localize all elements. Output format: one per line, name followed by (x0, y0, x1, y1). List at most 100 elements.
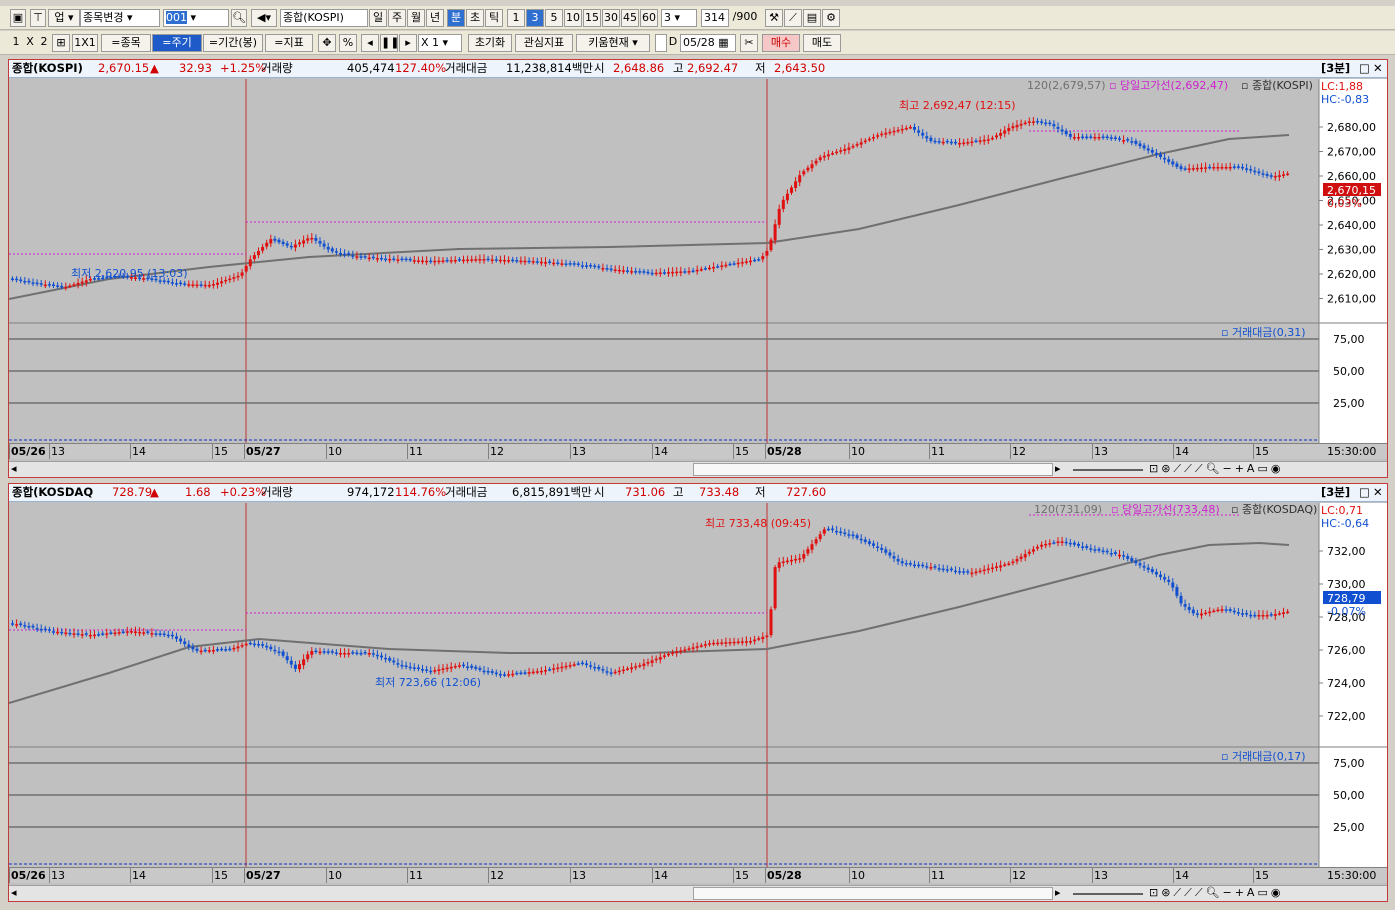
x-tick-mark (849, 868, 850, 883)
layout-x[interactable]: X (24, 34, 36, 52)
low: 2,643.50 (774, 61, 826, 75)
zoom-slider[interactable] (1073, 469, 1143, 471)
line-tool-icon[interactable]: ⟋ (784, 9, 802, 27)
x-tick-mark (652, 444, 653, 459)
candle-body (462, 259, 465, 262)
candle-body (843, 148, 847, 151)
by-indicator-button[interactable]: =지표 (265, 34, 313, 52)
interval-input[interactable]: 3 ▾ (661, 9, 697, 27)
candle-body (1245, 168, 1249, 170)
search-icon[interactable]: 🔍︎ (231, 9, 247, 27)
grid-icon[interactable]: ⊞ (52, 34, 70, 52)
scroll-left-icon[interactable]: ◂ (11, 886, 17, 899)
interval-3[interactable]: 3 (526, 9, 544, 27)
candle-body (556, 667, 560, 670)
candle-body (949, 141, 953, 144)
interval-10[interactable]: 10 (564, 9, 582, 27)
close-icon[interactable]: ✕ (1373, 484, 1383, 501)
tools-icon[interactable]: ⚒ (765, 9, 783, 27)
market-select[interactable]: 업 ▾ (48, 9, 80, 27)
candle-body (831, 153, 834, 155)
candle-body (675, 271, 679, 274)
candle-body (1109, 553, 1113, 555)
close-icon[interactable]: ✕ (1373, 60, 1383, 77)
candle-body (511, 673, 515, 676)
interval-45[interactable]: 45 (621, 9, 639, 27)
x-tick-label: 13 (1094, 445, 1108, 458)
percent-button[interactable]: % (339, 34, 357, 52)
count-input[interactable]: 314 (701, 9, 729, 27)
scroll-thumb[interactable] (693, 887, 1053, 900)
by-range-button[interactable]: =기간(봉) (203, 34, 263, 52)
horizontal-scrollbar[interactable]: ◂ ▸ ⊡⊛⟋⟋⟋🔍︎−+A▭◉ (9, 461, 1387, 477)
watch-indicator-button[interactable]: 관심지표 (515, 34, 573, 52)
zoom-slider[interactable] (1073, 893, 1143, 895)
multiplier-select[interactable]: X 1 ▾ (418, 34, 462, 52)
interval-1[interactable]: 1 (507, 9, 525, 27)
period-minute[interactable]: 분 (447, 9, 465, 27)
candle-body (1159, 574, 1162, 577)
gear-icon[interactable]: ⚙ (822, 9, 840, 27)
chart-tool-icons[interactable]: ⊡⊛⟋⟋⟋🔍︎−+A▭◉ (1149, 462, 1283, 476)
candle-body (634, 271, 638, 273)
stock-change-select[interactable]: 종목변경 ▾ (80, 9, 160, 27)
chart-tool-icons[interactable]: ⊡⊛⟋⟋⟋🔍︎−+A▭◉ (1149, 886, 1283, 900)
index-name-field[interactable]: 종합(KOSPI) (280, 9, 368, 27)
candle-body (1060, 541, 1064, 543)
speaker-icon[interactable]: ◀▾ (251, 9, 277, 27)
maximize-icon[interactable]: □ (1359, 60, 1370, 77)
interval-60[interactable]: 60 (640, 9, 658, 27)
candle-body (941, 568, 945, 571)
scroll-right-icon[interactable]: ▸ (1055, 886, 1061, 899)
ma-legend: 120(731,09) (1034, 503, 1102, 516)
layout-1x1[interactable]: 1X1 (72, 34, 98, 52)
save-icon[interactable]: ▤ (803, 9, 821, 27)
period-second[interactable]: 초 (466, 9, 484, 27)
reset-button[interactable]: 초기화 (468, 34, 512, 52)
candle-body (966, 142, 970, 144)
candle-body (794, 181, 798, 189)
horizontal-scrollbar[interactable]: ◂ ▸ ⊡⊛⟋⟋⟋🔍︎−+A▭◉ (9, 885, 1387, 901)
sell-button[interactable]: 매도 (803, 34, 841, 52)
window-icon[interactable]: ▣ (10, 9, 26, 27)
scissor-icon[interactable]: ✂ (740, 34, 758, 52)
pin-icon[interactable]: ⊤ (30, 9, 46, 27)
next-icon[interactable]: ▸ (399, 34, 417, 52)
candle-body (732, 641, 736, 644)
by-period-button[interactable]: =주기 (152, 34, 202, 52)
move-icon[interactable]: ✥ (318, 34, 336, 52)
layout-1[interactable]: 1 (10, 34, 22, 52)
interval-30[interactable]: 30 (602, 9, 620, 27)
period-week[interactable]: 주 (388, 9, 406, 27)
period-year[interactable]: 년 (426, 9, 444, 27)
code-input[interactable]: 001 ▾ (163, 9, 229, 27)
candle-body (101, 633, 105, 635)
maximize-icon[interactable]: □ (1359, 484, 1370, 501)
layout-2[interactable]: 2 (38, 34, 50, 52)
pause-icon[interactable]: ❚❚ (380, 34, 398, 52)
interval-15[interactable]: 15 (583, 9, 601, 27)
candle-body (990, 137, 994, 140)
date-input[interactable]: 05/28 ▦ (680, 34, 736, 52)
scroll-thumb[interactable] (693, 463, 1053, 476)
price-chart[interactable]: 2,680,002,670,002,660,002,650,002,640,00… (9, 79, 1387, 443)
buy-button[interactable]: 매수 (762, 34, 800, 52)
x-tick-label: 13 (572, 869, 586, 882)
candle-body (252, 643, 256, 646)
prev-icon[interactable]: ◂ (361, 34, 379, 52)
candle-body (339, 653, 342, 655)
period-tick[interactable]: 틱 (485, 9, 503, 27)
up-arrow-icon: ▲ (150, 485, 159, 499)
interval-5[interactable]: 5 (545, 9, 563, 27)
scroll-right-icon[interactable]: ▸ (1055, 462, 1061, 475)
period-month[interactable]: 월 (407, 9, 425, 27)
period-day[interactable]: 일 (369, 9, 387, 27)
scroll-left-icon[interactable]: ◂ (11, 462, 17, 475)
price-chart[interactable]: 732,00730,00728,00726,00724,00722,00LC:0… (9, 503, 1387, 867)
candle-body (781, 561, 785, 563)
hc-label: HC:-0,83 (1321, 93, 1369, 106)
by-stock-button[interactable]: =종목 (101, 34, 151, 52)
candle-body (76, 633, 80, 635)
kiwoom-now-select[interactable]: 키움현재 ▾ (576, 34, 650, 52)
date-checkbox[interactable] (655, 34, 667, 52)
